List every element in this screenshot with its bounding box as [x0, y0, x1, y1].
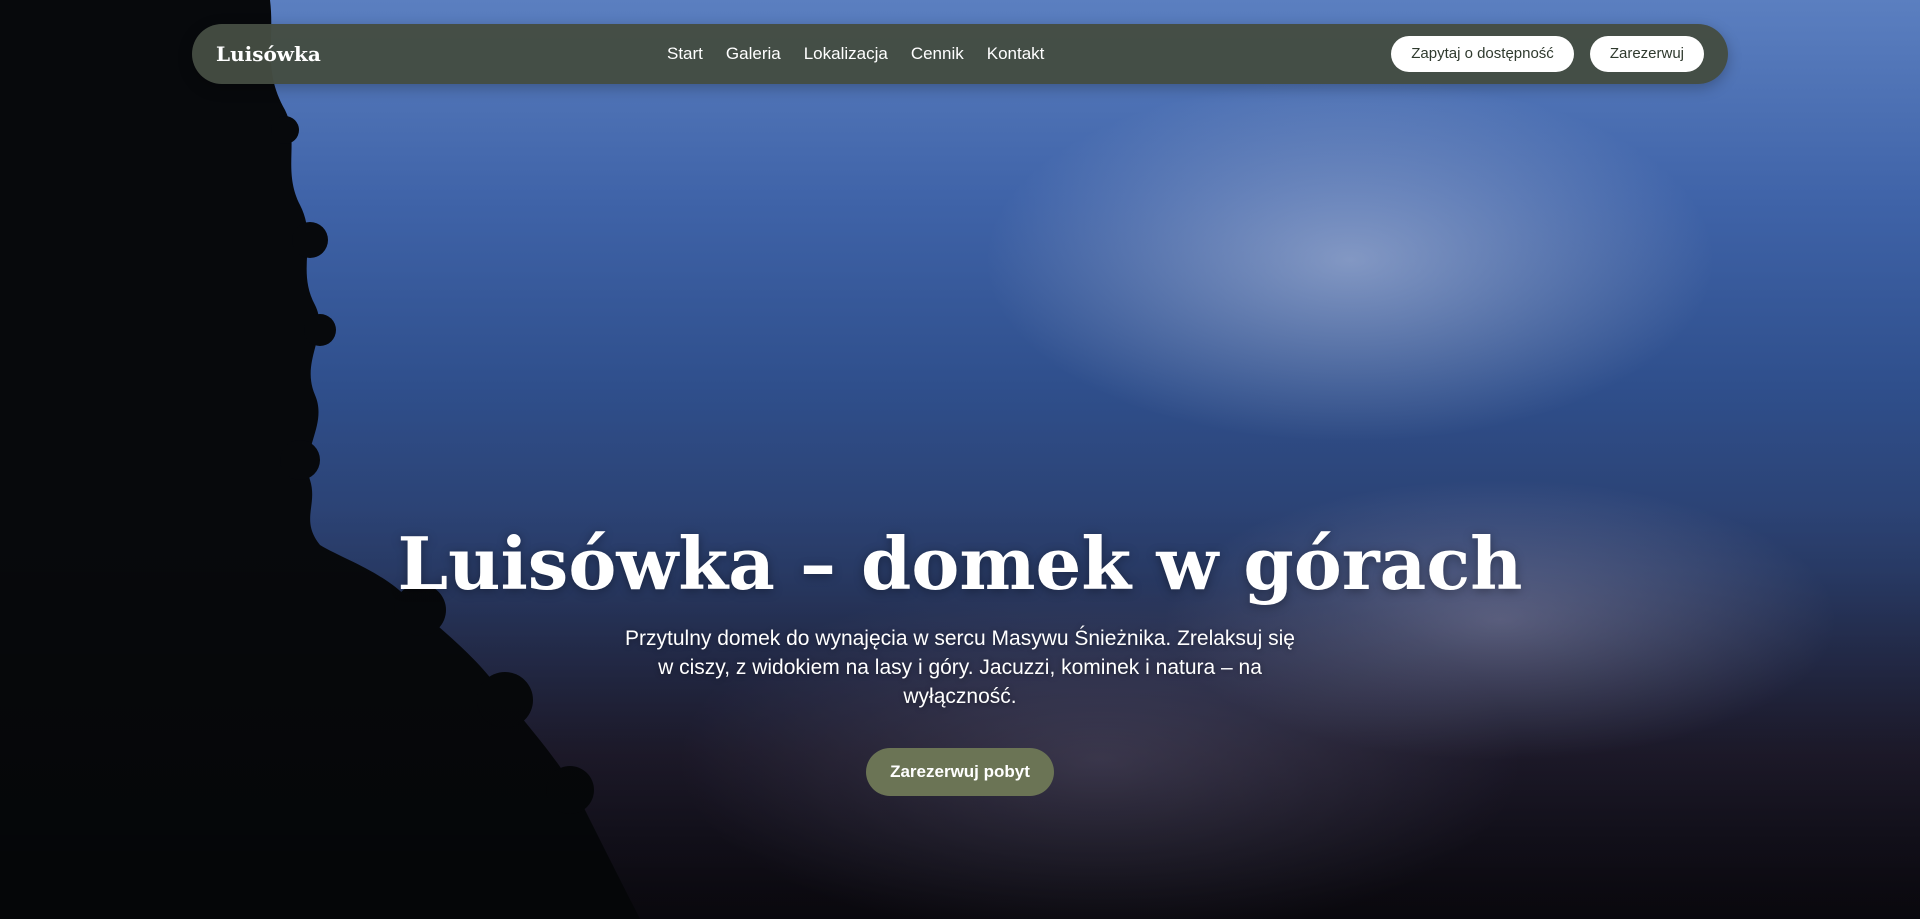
brand-logo[interactable]: Luisówka	[216, 24, 321, 84]
nav-link-galeria[interactable]: Galeria	[726, 44, 781, 64]
nav-actions: Zapytaj o dostępność Zarezerwuj	[1391, 36, 1704, 72]
availability-inquiry-button[interactable]: Zapytaj o dostępność	[1391, 36, 1574, 72]
navbar: Luisówka Start Galeria Lokalizacja Cenni…	[192, 24, 1728, 84]
book-stay-button[interactable]: Zarezerwuj pobyt	[866, 748, 1054, 796]
nav-link-lokalizacja[interactable]: Lokalizacja	[804, 44, 888, 64]
reserve-button[interactable]: Zarezerwuj	[1589, 36, 1704, 72]
hero-subtitle: Przytulny domek do wynajęcia w sercu Mas…	[625, 627, 1295, 708]
nav-link-kontakt[interactable]: Kontakt	[987, 44, 1045, 64]
nav-link-cennik[interactable]: Cennik	[911, 44, 964, 64]
nav-link-start[interactable]: Start	[667, 44, 703, 64]
nav-links: Start Galeria Lokalizacja Cennik Kontakt	[667, 24, 1044, 84]
hero-section: Luisówka Start Galeria Lokalizacja Cenni…	[0, 0, 1920, 919]
hero-title: Luisówka – domek w górach	[397, 521, 1523, 606]
hero-content: Luisówka – domek w górach Przytulny dome…	[0, 518, 1920, 796]
